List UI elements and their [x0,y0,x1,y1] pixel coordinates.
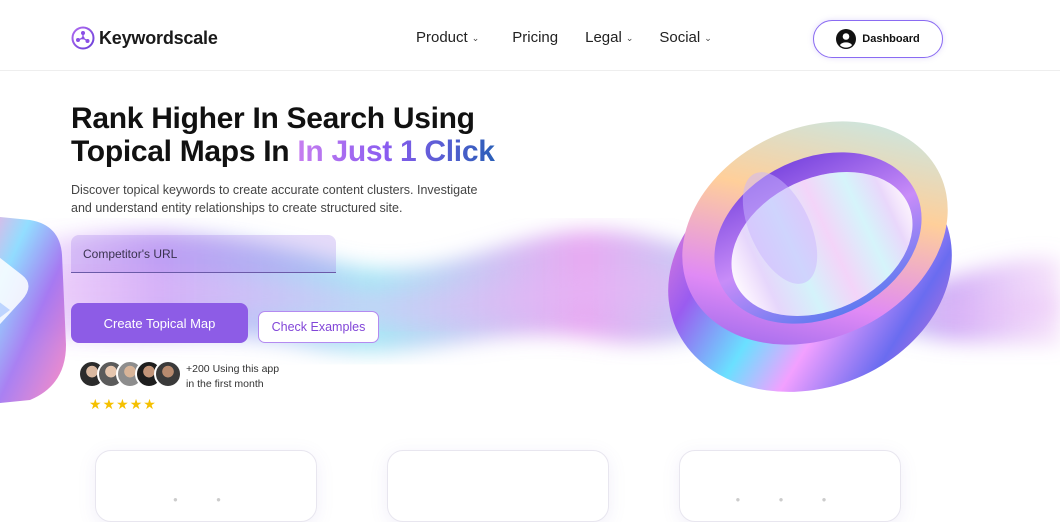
top-navbar: Keywordscale Product ⌄ Pricing Legal ⌄ S… [0,0,1060,71]
nav-item-social[interactable]: Social ⌄ [659,29,711,46]
chevron-down-icon: ⌄ [625,33,634,43]
user-circle-icon [836,29,857,49]
star-icon: ★ [116,396,130,412]
nav-item-product[interactable]: Product ⌄ [416,29,479,46]
hero-title-highlight: In Just 1 Click [297,135,495,168]
main-menu: Product ⌄ Pricing Legal ⌄ Social ⌄ [416,29,712,46]
chevron-down-icon: ⌄ [471,33,480,43]
nav-item-label: Legal [585,29,622,46]
star-icon: ★ [143,396,157,412]
network-logo-icon [71,26,95,50]
dashboard-label: Dashboard [862,33,920,45]
star-icon: ★ [89,396,103,412]
decorative-ring [668,121,952,392]
avatar [154,360,182,388]
rating-stars: ★★★★★ [89,396,157,413]
hero-title-line1: Rank Higher In Search Using [71,102,475,135]
nav-item-label: Product [416,29,468,46]
social-proof-line1: +200 Using this app [186,363,280,375]
competitor-url-input[interactable] [71,235,336,273]
user-avatars [78,360,182,388]
nav-item-pricing[interactable]: Pricing [512,29,558,46]
feature-card: ● ● ● [679,450,901,522]
hero-title: Rank Higher In Search Using Topical Maps… [71,102,495,168]
social-proof-line2: in the first month [186,378,264,390]
feature-card: ● ● [95,450,317,522]
dashboard-button[interactable]: Dashboard [813,20,943,58]
decorative-shape-left [0,217,66,403]
hero-title-plain: Topical Maps In [71,135,298,168]
chevron-down-icon: ⌄ [704,33,712,43]
nav-item-label: Social [659,29,701,46]
star-icon: ★ [102,396,117,412]
hero-subtitle: Discover topical keywords to create accu… [71,183,478,215]
nav-item-label: Pricing [512,29,559,46]
feature-card [387,450,609,522]
brand-name: Keywordscale [99,27,218,48]
create-topical-map-button[interactable]: Create Topical Map [71,303,248,343]
check-examples-button[interactable]: Check Examples [258,311,379,343]
nav-item-legal[interactable]: Legal ⌄ [585,29,633,46]
social-proof-text: +200 Using this app in the first month [186,362,296,392]
brand-logo[interactable]: Keywordscale [71,26,218,50]
hero-title-line2: Topical Maps In In Just 1 Click [71,135,495,168]
star-icon: ★ [129,396,144,412]
